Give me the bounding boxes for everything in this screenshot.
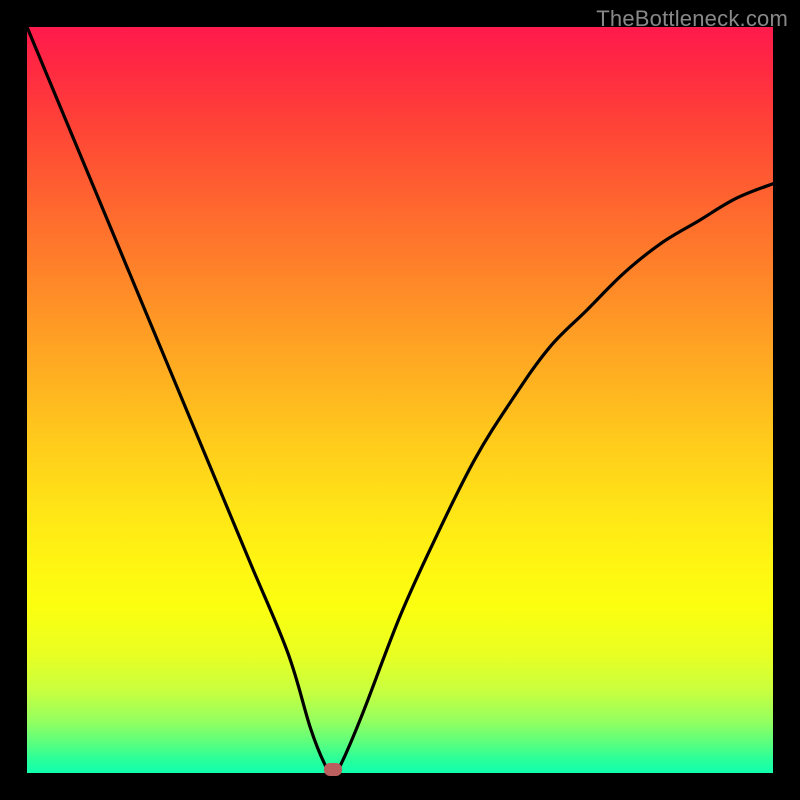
optimal-point-marker — [324, 763, 342, 776]
bottleneck-curve — [27, 27, 773, 773]
plot-area — [27, 27, 773, 773]
curve-layer — [27, 27, 773, 773]
watermark-text: TheBottleneck.com — [596, 6, 788, 32]
chart-container: TheBottleneck.com — [0, 0, 800, 800]
